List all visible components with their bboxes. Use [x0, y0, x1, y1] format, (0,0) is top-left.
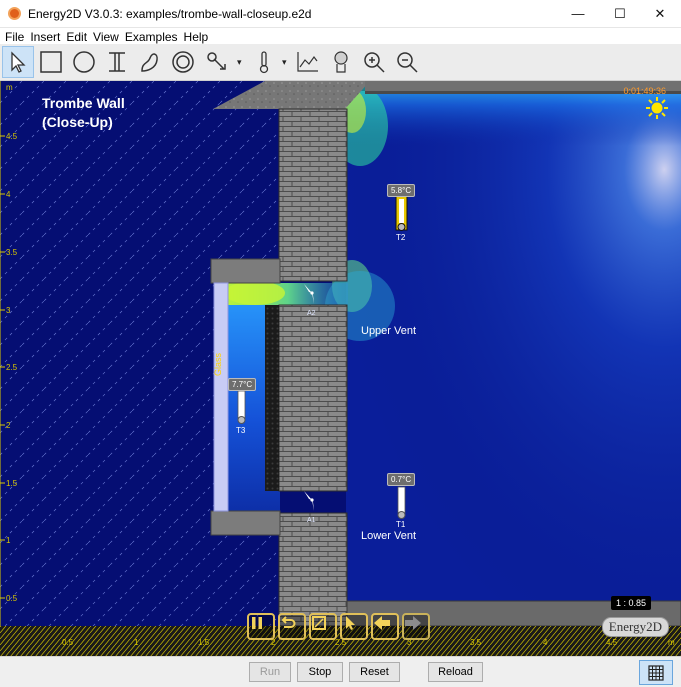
menu-view[interactable]: View [90, 30, 122, 45]
thermometer-t3-icon[interactable] [237, 390, 246, 424]
energy2d-app-icon [8, 7, 21, 20]
graph-icon [297, 52, 318, 72]
graph-tool-button[interactable] [292, 46, 324, 78]
thermometer-t1-reading: 0.7°C [387, 473, 416, 486]
pause-icon [252, 617, 262, 629]
sun-icon[interactable] [646, 97, 668, 119]
fan-a2-label: A2 [307, 310, 316, 317]
lower-vent-label[interactable]: Lower Vent [361, 530, 416, 542]
thermometer-tool-button[interactable] [248, 46, 280, 78]
rectangle-icon [40, 51, 62, 73]
simulation-clock: 0:01:49:36 [623, 86, 666, 96]
pointer-mode-button[interactable] [340, 613, 368, 640]
y-tick-label: 3 [6, 306, 11, 315]
thermometer-t3-label: T3 [236, 426, 246, 435]
y-tick-label: 0.5 [6, 594, 18, 603]
scale-badge: 1 : 0.85 [610, 596, 651, 610]
y-tick-label: 3.5 [6, 248, 18, 257]
reset-view-button[interactable] [278, 613, 306, 640]
window-title: Energy2D V3.0.3: examples/trombe-wall-cl… [28, 7, 312, 21]
y-tick-label: 4 [6, 190, 11, 199]
x-tick-label: 1.5 [198, 638, 210, 647]
i-beam-icon [109, 52, 125, 72]
grid-toggle-button[interactable] [639, 660, 673, 685]
annulus-tool-button[interactable] [167, 46, 199, 78]
x-tick-label: 4.5 [606, 638, 618, 647]
fan-tool-button[interactable] [201, 46, 233, 78]
step-forward-button[interactable] [402, 613, 430, 640]
y-tick-label: 4.5 [6, 132, 18, 141]
menu-edit[interactable]: Edit [63, 30, 90, 45]
pointer-icon [346, 616, 355, 630]
thermometer-t1-label: T1 [396, 520, 406, 529]
y-tick-label: 1 [6, 536, 11, 545]
menu-examples[interactable]: Examples [122, 30, 181, 45]
x-axis-unit: m [668, 638, 675, 647]
stop-button[interactable]: Stop [297, 662, 343, 682]
thermometer-t2-label: T2 [396, 233, 406, 242]
heat-flux-tool-button[interactable] [325, 46, 357, 78]
zoom-out-icon [397, 52, 418, 73]
polygon-tool-button[interactable] [101, 46, 133, 78]
blob-tool-button[interactable] [134, 46, 166, 78]
snapshot-button[interactable] [309, 613, 337, 640]
scene-title: Trombe Wall (Close-Up) [42, 94, 125, 132]
y-tick-label: 2 [6, 421, 11, 430]
minimize-button[interactable]: — [555, 0, 601, 28]
reload-button[interactable]: Reload [428, 662, 483, 682]
fan-dropdown-icon[interactable]: ▾ [237, 57, 242, 68]
reset-button[interactable]: Reset [349, 662, 400, 682]
thermometer-dropdown-icon[interactable]: ▾ [282, 57, 287, 68]
menu-file[interactable]: File [2, 30, 27, 45]
glass-label[interactable]: Glass [213, 353, 223, 376]
grid-icon [648, 664, 664, 681]
upper-vent-label[interactable]: Upper Vent [361, 325, 416, 337]
fan-icon [207, 52, 226, 70]
zoom-in-icon [364, 52, 385, 73]
run-button[interactable]: Run [249, 662, 291, 682]
window-titlebar: Energy2D V3.0.3: examples/trombe-wall-cl… [0, 0, 681, 28]
thermometer-t1-icon[interactable] [397, 486, 406, 519]
x-tick-label: 4 [543, 638, 548, 647]
back-icon [374, 616, 390, 630]
pause-button[interactable] [247, 613, 275, 640]
heat-flux-icon [334, 51, 348, 73]
scene-title-line2: (Close-Up) [42, 114, 113, 130]
menu-bar: File Insert Edit View Examples Help [0, 28, 681, 44]
select-tool-button[interactable] [2, 46, 34, 78]
menu-help[interactable]: Help [181, 30, 212, 45]
forward-icon [405, 616, 421, 630]
zoom-in-button[interactable] [358, 46, 390, 78]
y-tick-label: 1.5 [6, 479, 18, 488]
rectangle-tool-button[interactable] [35, 46, 67, 78]
y-axis-unit: m [6, 83, 13, 92]
zoom-out-button[interactable] [391, 46, 423, 78]
thermometer-icon [259, 51, 269, 74]
energy2d-logo[interactable]: Energy2D [601, 617, 669, 637]
x-tick-label: 1 [134, 638, 139, 647]
select-arrow-icon [11, 51, 26, 73]
thermometer-t2-reading: 5.8°C [387, 184, 416, 197]
snapshot-icon [312, 616, 326, 630]
blob-icon [141, 53, 158, 72]
ellipse-icon [73, 51, 95, 73]
annulus-icon [172, 51, 194, 73]
thermometer-t2-icon[interactable] [395, 194, 408, 231]
ellipse-tool-button[interactable] [68, 46, 100, 78]
scene-title-line1: Trombe Wall [42, 95, 125, 111]
thermometer-t3-reading: 7.7°C [228, 378, 257, 391]
close-button[interactable]: ✕ [637, 0, 681, 28]
fan-a1-label: A1 [307, 517, 316, 524]
simulation-canvas[interactable]: Trombe Wall (Close-Up) 0:01:49:36 Upper … [0, 81, 681, 656]
y-tick-label: 2.5 [6, 363, 18, 372]
simulation-view [0, 81, 681, 656]
reset-icon [281, 616, 296, 628]
step-back-button[interactable] [371, 613, 399, 640]
toolbar: ▾ ▾ [0, 44, 681, 81]
menu-insert[interactable]: Insert [27, 30, 63, 45]
control-bar: Run Stop Reset Reload [0, 656, 681, 687]
x-tick-label: 0.5 [62, 638, 74, 647]
x-tick-label: 3.5 [470, 638, 482, 647]
